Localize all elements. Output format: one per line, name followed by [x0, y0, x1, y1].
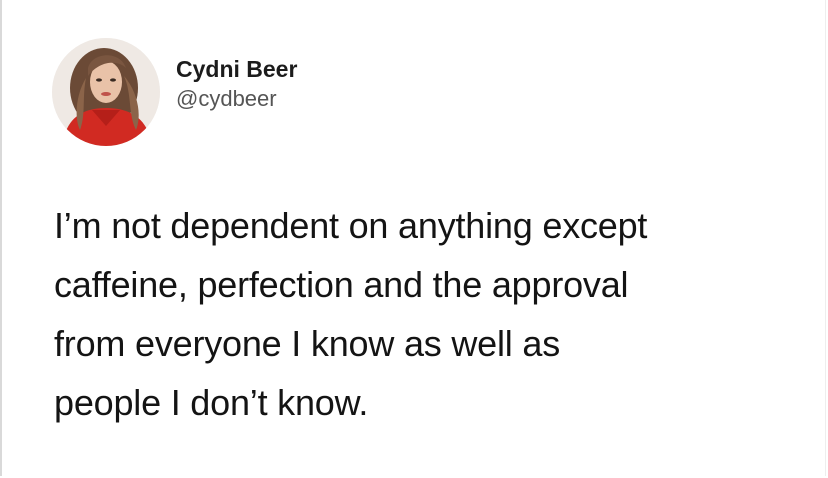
tweet-text-line: from everyone I know as well as	[54, 323, 561, 364]
author-block: Cydni Beer @cydbeer	[176, 54, 297, 114]
avatar[interactable]	[52, 38, 160, 146]
tweet-text-line: I’m not dependent on anything except	[54, 205, 648, 246]
tweet-text-line: caffeine, perfection and the approval	[54, 264, 629, 305]
tweet-text-line: people I don’t know.	[54, 382, 369, 423]
tweet-card: Cydni Beer @cydbeer I’m not dependent on…	[0, 0, 826, 476]
display-name[interactable]: Cydni Beer	[176, 54, 297, 84]
tweet-text: I’m not dependent on anything except caf…	[54, 196, 794, 432]
avatar-photo	[52, 38, 160, 146]
user-handle[interactable]: @cydbeer	[176, 84, 297, 114]
tweet-header: Cydni Beer @cydbeer	[52, 38, 297, 146]
